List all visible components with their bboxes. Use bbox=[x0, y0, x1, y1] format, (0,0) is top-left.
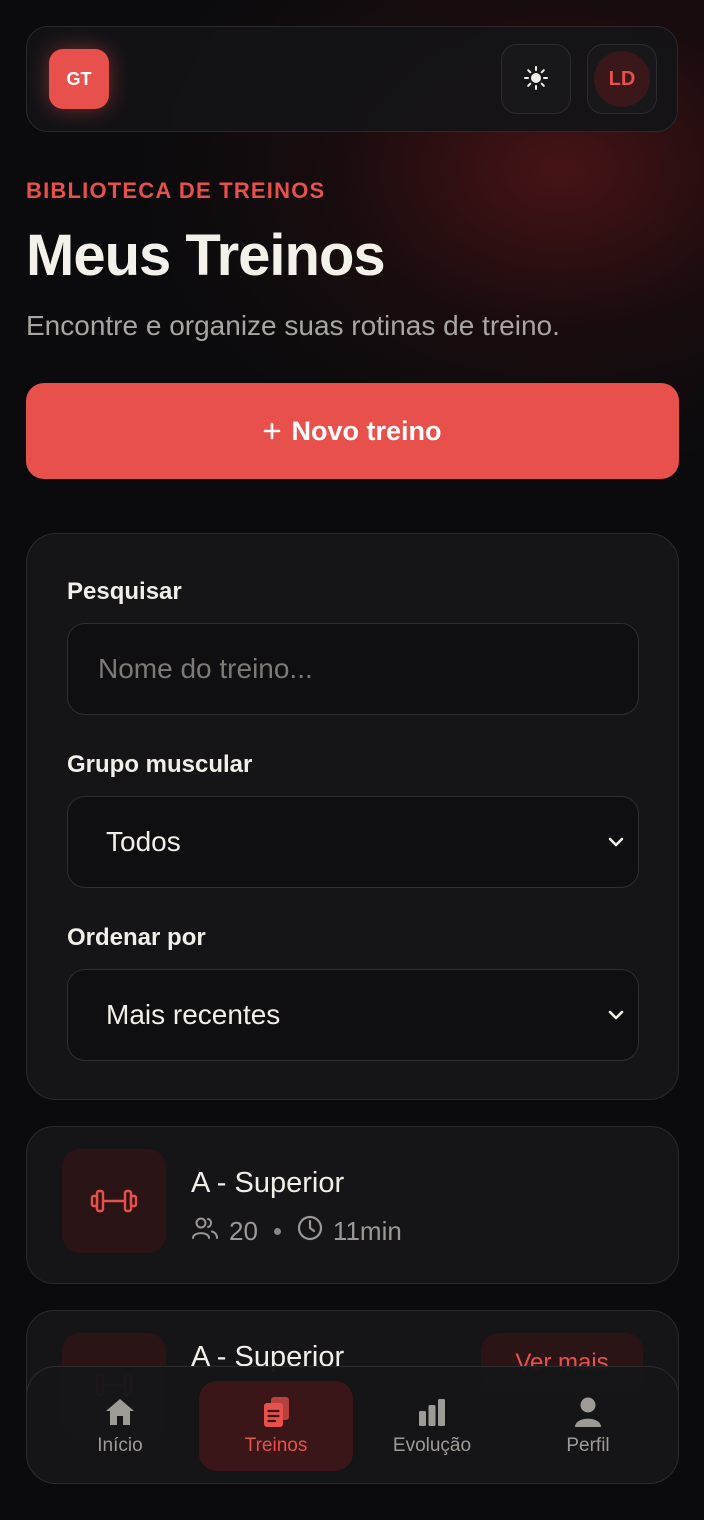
muscle-group-label: Grupo muscular bbox=[67, 751, 253, 778]
page-subtitle: Encontre e organize suas rotinas de trei… bbox=[26, 310, 560, 341]
nav-label: Perfil bbox=[566, 1435, 610, 1456]
avatar: LD bbox=[594, 51, 650, 107]
theme-toggle-button[interactable] bbox=[501, 44, 571, 114]
nav-label: Treinos bbox=[244, 1435, 308, 1456]
top-bar: GT LD bbox=[26, 26, 678, 132]
search-label: Pesquisar bbox=[67, 578, 182, 605]
clock-icon bbox=[297, 1215, 323, 1248]
nav-item-treinos[interactable]: Treinos bbox=[199, 1381, 353, 1471]
muscle-group-select[interactable]: Todos bbox=[67, 796, 639, 888]
workout-duration: 11min bbox=[332, 1216, 402, 1246]
sort-label: Ordenar por bbox=[67, 924, 206, 951]
workouts-page: GT LD BIBLIOTECA DE TREINOS Meus Treinos… bbox=[0, 0, 704, 1520]
sun-icon bbox=[523, 65, 549, 94]
exercise-count: 20 bbox=[229, 1216, 258, 1246]
section-eyebrow: BIBLIOTECA DE TREINOS bbox=[26, 178, 326, 203]
filters-card: Pesquisar Nome do treino... Grupo muscul… bbox=[26, 533, 679, 1100]
page-title: Meus Treinos bbox=[26, 223, 386, 288]
nav-label: Evolução bbox=[392, 1435, 472, 1456]
workout-name: A - Superior bbox=[191, 1167, 345, 1199]
new-workout-button[interactable]: Novo treino bbox=[26, 383, 679, 479]
plus-icon bbox=[263, 416, 281, 447]
workout-card[interactable]: A - Superior 20 11min bbox=[26, 1126, 679, 1284]
separator-dot bbox=[273, 1228, 281, 1235]
bar-chart-icon bbox=[415, 1395, 449, 1429]
sort-select[interactable]: Mais recentes bbox=[67, 969, 639, 1061]
nav-item-evolucao[interactable]: Evolução bbox=[355, 1381, 509, 1471]
clipboard-icon bbox=[259, 1395, 293, 1429]
dumbbell-icon bbox=[62, 1149, 166, 1253]
chevron-down-icon bbox=[602, 1001, 630, 1029]
bottom-nav: Início Treinos Evolução Perfil bbox=[26, 1366, 679, 1484]
sort-value: Mais recentes bbox=[106, 999, 281, 1030]
chevron-down-icon bbox=[602, 828, 630, 856]
search-placeholder: Nome do treino... bbox=[98, 653, 313, 684]
users-icon bbox=[191, 1216, 219, 1247]
nav-item-perfil[interactable]: Perfil bbox=[511, 1381, 665, 1471]
profile-avatar-button[interactable]: LD bbox=[587, 44, 657, 114]
nav-label: Início bbox=[97, 1435, 143, 1456]
home-icon bbox=[103, 1395, 137, 1429]
new-workout-label: Novo treino bbox=[291, 415, 442, 446]
app-logo[interactable]: GT bbox=[49, 49, 109, 109]
muscle-group-value: Todos bbox=[106, 826, 181, 857]
user-icon bbox=[571, 1395, 605, 1429]
nav-item-inicio[interactable]: Início bbox=[43, 1381, 197, 1471]
search-input[interactable]: Nome do treino... bbox=[67, 623, 639, 715]
workout-meta: 20 11min bbox=[191, 1215, 402, 1248]
